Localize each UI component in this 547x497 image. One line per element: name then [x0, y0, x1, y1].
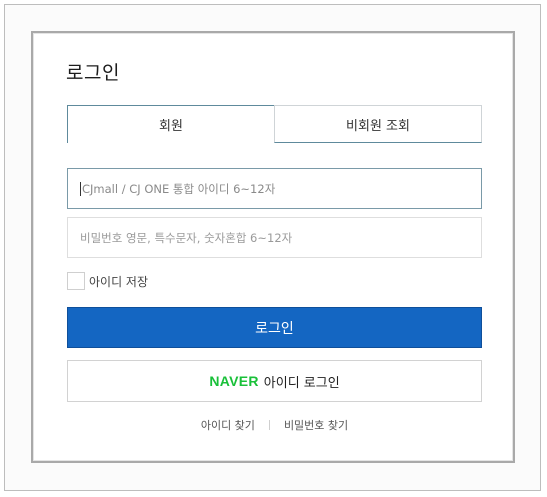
tab-guest-lookup[interactable]: 비회원 조회 — [274, 105, 482, 143]
naver-login-label: 아이디 로그인 — [263, 375, 340, 391]
tab-member-label: 회원 — [159, 119, 183, 134]
find-password-link[interactable]: 비밀번호 찾기 — [284, 417, 348, 433]
link-divider — [268, 420, 270, 430]
save-id-option[interactable]: 아이디 저장 — [67, 272, 148, 290]
save-id-checkbox[interactable] — [67, 272, 85, 290]
text-caret — [80, 181, 81, 196]
login-tabs: 회원 비회원 조회 — [67, 105, 482, 143]
password-input[interactable]: 비밀번호 영문, 특수문자, 숫자혼합 6~12자 — [67, 217, 482, 258]
page-title: 로그인 — [66, 62, 120, 84]
login-button-label: 로그인 — [255, 320, 294, 337]
naver-logo: NAVER — [209, 373, 259, 389]
id-input-placeholder: CJmall / CJ ONE 통합 아이디 6~12자 — [82, 181, 276, 196]
find-id-link[interactable]: 아이디 찾기 — [201, 417, 255, 433]
account-links: 아이디 찾기 비밀번호 찾기 — [67, 416, 482, 434]
login-button[interactable]: 로그인 — [67, 307, 482, 348]
naver-login-button[interactable]: NAVER 아이디 로그인 — [67, 360, 482, 402]
password-input-placeholder: 비밀번호 영문, 특수문자, 숫자혼합 6~12자 — [80, 230, 293, 245]
id-input[interactable]: CJmall / CJ ONE 통합 아이디 6~12자 — [67, 168, 482, 209]
tab-guest-lookup-label: 비회원 조회 — [346, 118, 410, 134]
tab-member[interactable]: 회원 — [67, 105, 275, 143]
save-id-label: 아이디 저장 — [89, 274, 149, 289]
